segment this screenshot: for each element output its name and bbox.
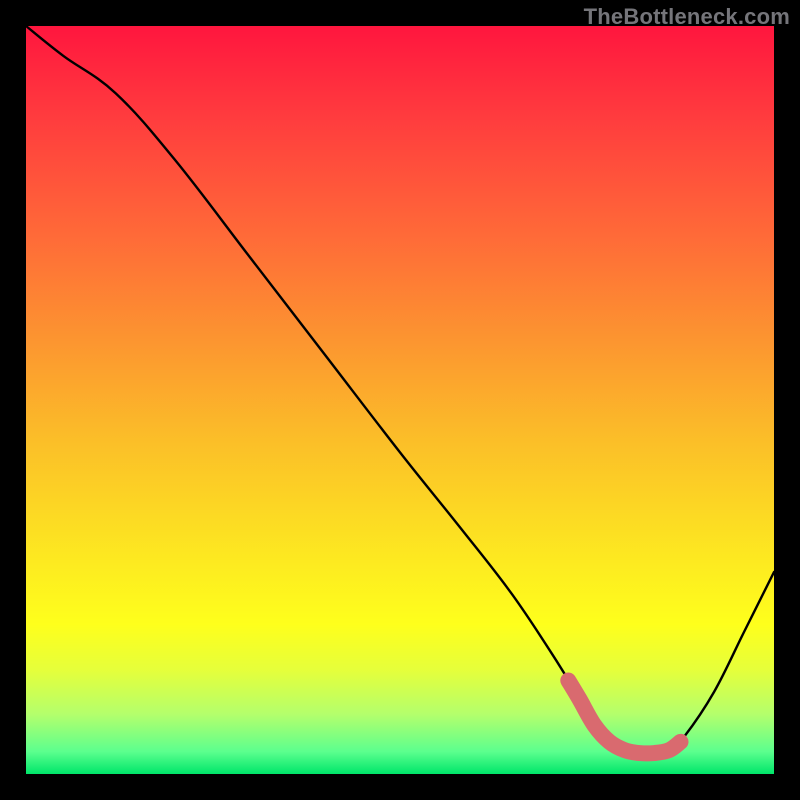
plot-area: [26, 26, 774, 774]
chart-svg: [26, 26, 774, 774]
watermark-text: TheBottleneck.com: [584, 4, 790, 30]
chart-frame: TheBottleneck.com: [0, 0, 800, 800]
sweet-spot-band: [568, 681, 680, 754]
bottleneck-curve: [26, 26, 774, 753]
